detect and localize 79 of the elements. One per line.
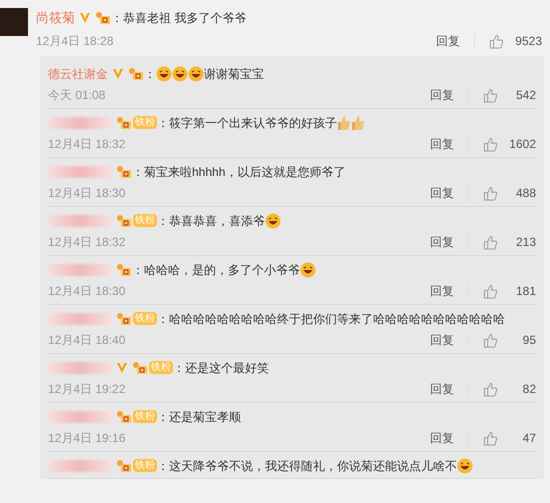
member-level-icon xyxy=(95,10,111,25)
blurred-user-name xyxy=(48,460,112,472)
like-count: 95 xyxy=(522,332,536,349)
member-level-icon xyxy=(116,312,132,326)
reply-link[interactable]: 回复 xyxy=(430,233,454,251)
member-level-icon xyxy=(116,116,132,130)
thumbs-up-icon[interactable] xyxy=(483,430,498,446)
laughing-emoji-icon xyxy=(265,212,281,228)
member-level-icon xyxy=(116,262,132,276)
thumbs-up-icon[interactable] xyxy=(483,88,498,102)
laughing-emoji-icon xyxy=(156,66,172,82)
like-count: 82 xyxy=(522,381,536,398)
blurred-user-name xyxy=(48,362,112,374)
thumbs-up-icon[interactable] xyxy=(483,186,498,200)
fan-badge: 铁粉 xyxy=(133,116,157,129)
comment-time: 今天 01:08 xyxy=(48,87,106,104)
comment-text: ：这天降爷爷不说，我还得随礼，你说菊还能说点儿啥不 xyxy=(157,458,457,474)
fan-badge: 铁粉 xyxy=(133,410,157,423)
comment-time: 12月4日 18:40 xyxy=(48,332,126,349)
reply-link[interactable]: 回复 xyxy=(430,380,454,398)
laughing-emoji-icon xyxy=(172,66,188,82)
fan-badge: 铁粉 xyxy=(133,312,157,325)
blurred-user-name xyxy=(48,116,112,128)
reply-link[interactable]: 回复 xyxy=(436,32,460,50)
comment-time: 12月4日 18:32 xyxy=(48,234,126,251)
comment-time: 12月4日 18:32 xyxy=(48,136,126,153)
laughing-emoji-icon xyxy=(188,66,204,82)
comment-time: 12月4日 18:28 xyxy=(36,33,114,50)
reply-link[interactable]: 回复 xyxy=(430,86,454,104)
comment-time: 12月4日 19:16 xyxy=(48,430,126,447)
thumbs-up-icon[interactable] xyxy=(483,136,498,152)
comment-text: ： xyxy=(144,66,156,82)
like-count: 181 xyxy=(514,283,536,300)
comment-time: 12月4日 19:22 xyxy=(48,381,126,398)
comment-text: ：哈哈哈，是的，多了个小爷爷 xyxy=(132,262,300,278)
like-count: 1602 xyxy=(508,136,536,153)
comment-text: 谢谢菊宝宝 xyxy=(204,66,264,82)
member-level-icon xyxy=(116,410,132,424)
reply-link[interactable]: 回复 xyxy=(430,135,454,153)
comment-text: ：菊宝来啦hhhhh，以后这就是您师爷了 xyxy=(132,164,346,180)
comment-text: ：恭喜老祖 我多了个爷爷 xyxy=(111,10,246,27)
comment-time: 12月4日 18:30 xyxy=(48,283,126,300)
like-count: 47 xyxy=(522,430,536,447)
member-level-icon xyxy=(116,458,132,472)
thumbs-up-icon[interactable] xyxy=(489,34,504,48)
like-count: 9523 xyxy=(514,33,542,50)
thumbs-up-icon[interactable] xyxy=(483,234,498,250)
comment-text: ：还是这个最好笑 xyxy=(173,360,269,376)
comment-text: ：筱字第一个出来认爷爷的好孩子 xyxy=(157,114,337,132)
thumbs-up-icon[interactable] xyxy=(483,382,498,396)
blurred-user-name xyxy=(48,264,112,276)
like-count: 213 xyxy=(514,234,536,251)
fan-badge: 铁粉 xyxy=(133,459,157,472)
member-level-icon xyxy=(116,164,132,178)
reply-link[interactable]: 回复 xyxy=(430,331,454,349)
laughing-emoji-icon xyxy=(300,262,316,278)
reply-link[interactable]: 回复 xyxy=(430,184,454,202)
blurred-user-name xyxy=(48,312,112,324)
thumbs-up-icon xyxy=(351,114,365,130)
member-level-icon xyxy=(132,360,148,374)
thumbs-up-icon xyxy=(337,114,351,130)
laughing-emoji-icon xyxy=(457,458,473,474)
comment-text: ：哈哈哈哈哈哈哈哈哈终于把你们等来了哈哈哈哈哈哈哈哈哈哈哈 xyxy=(157,310,505,328)
comment-time: 12月4日 18:30 xyxy=(48,185,126,202)
comment-text: ：还是菊宝孝顺 xyxy=(157,408,241,426)
reply-link[interactable]: 回复 xyxy=(430,429,454,447)
like-count: 542 xyxy=(514,87,536,104)
comment-text: ：恭喜恭喜，喜添爷 xyxy=(157,212,265,230)
blurred-user-name xyxy=(48,410,112,422)
reply-link[interactable]: 回复 xyxy=(430,282,454,300)
member-level-icon xyxy=(116,214,132,228)
thumbs-up-icon[interactable] xyxy=(483,284,498,298)
blurred-user-name xyxy=(48,166,112,178)
fan-badge: 铁粉 xyxy=(133,214,157,227)
fan-badge: 铁粉 xyxy=(149,361,173,374)
blurred-user-name xyxy=(48,214,112,226)
member-level-icon xyxy=(128,66,144,80)
like-count: 488 xyxy=(514,185,536,202)
thumbs-up-icon[interactable] xyxy=(483,332,498,348)
